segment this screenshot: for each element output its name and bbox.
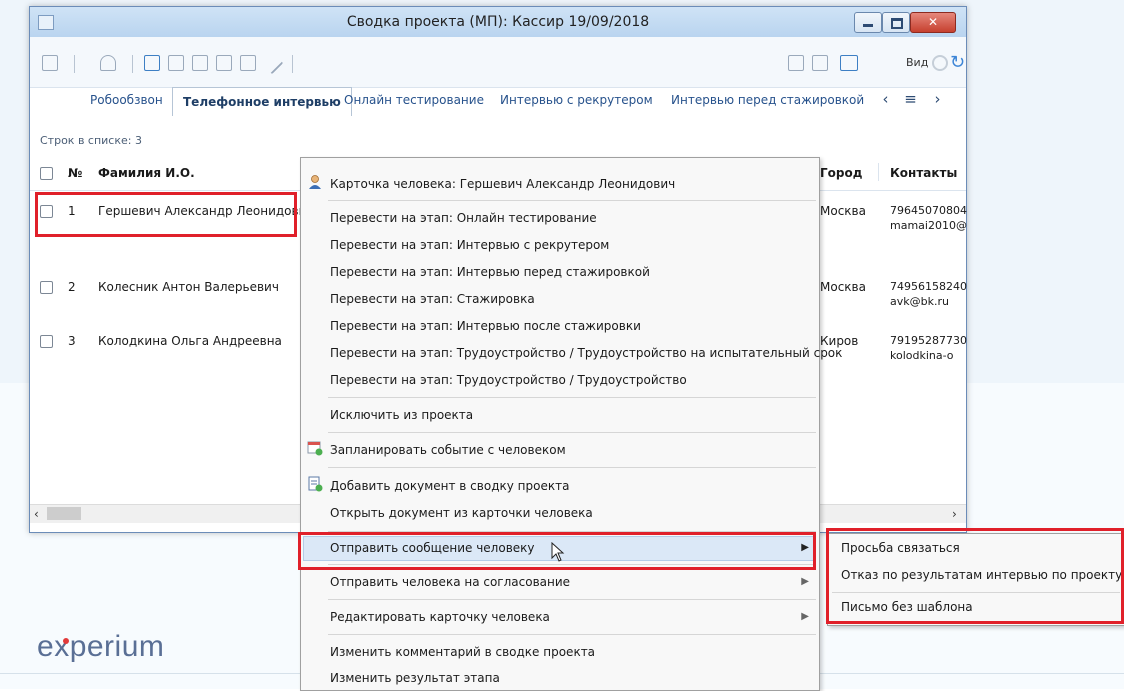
excel-icon[interactable] xyxy=(812,55,828,71)
toolbar: Вид ↻ xyxy=(30,37,966,88)
row-full-name: Колодкина Ольга Андреевна xyxy=(98,334,282,348)
calendar-icon[interactable] xyxy=(168,55,184,71)
menu-item-stage-employment-probation[interactable]: Перевести на этап: Трудоустройство / Тру… xyxy=(330,346,842,360)
menu-separator xyxy=(328,432,816,433)
flag-icon[interactable] xyxy=(240,55,256,71)
row-phone: 74956158240 xyxy=(890,280,967,293)
scroll-left-icon[interactable]: ‹ xyxy=(34,507,39,521)
tab-pre-internship-interview[interactable]: Интервью перед стажировкой xyxy=(671,93,864,107)
window-title: Сводка проекта (МП): Кассир 19/09/2018 xyxy=(346,14,650,30)
toolbar-separator xyxy=(74,55,75,73)
pencil-icon[interactable] xyxy=(260,51,284,75)
document-icon[interactable] xyxy=(192,55,208,71)
tabs-menu-icon[interactable]: ≡ xyxy=(901,90,920,109)
stage-tabs: Робообзвон Телефонное интервью Онлайн те… xyxy=(30,87,966,116)
menu-item-edit-comment[interactable]: Изменить комментарий в сводке проекта xyxy=(330,645,595,659)
row-number: 2 xyxy=(68,280,76,294)
menu-item-schedule-event[interactable]: Запланировать событие с человеком xyxy=(330,443,566,457)
minimize-button[interactable] xyxy=(854,12,882,33)
menu-item-stage-internship[interactable]: Перевести на этап: Стажировка xyxy=(330,292,535,306)
org-chart-icon[interactable] xyxy=(216,55,232,71)
tab-recruiter-interview[interactable]: Интервью с рекрутером xyxy=(500,93,653,107)
maximize-button[interactable] xyxy=(882,12,910,33)
logo-x-letter: x xyxy=(54,630,70,663)
toolbar-separator xyxy=(292,55,293,73)
logo-prefix: e xyxy=(37,630,55,663)
menu-item-stage-post-internship[interactable]: Перевести на этап: Интервью после стажир… xyxy=(330,319,641,333)
context-menu: Карточка человека: Гершевич Александр Ле… xyxy=(300,157,842,691)
toolbar-separator xyxy=(132,55,133,73)
menu-item-exclude[interactable]: Исключить из проекта xyxy=(330,408,473,422)
scroll-right-icon[interactable]: › xyxy=(952,507,957,521)
help-icon[interactable] xyxy=(932,55,948,71)
title-bar[interactable]: Сводка проекта (МП): Кассир 19/09/2018 ✕ xyxy=(30,7,966,37)
person-icon[interactable] xyxy=(100,55,116,71)
logo-suffix: perium xyxy=(69,630,165,663)
row-phone: 79195287730 xyxy=(890,334,967,347)
menu-separator xyxy=(328,634,816,635)
tab-robocall[interactable]: Робообзвон xyxy=(90,93,163,107)
column-number[interactable]: № xyxy=(68,166,82,180)
menu-item-add-document[interactable]: Добавить документ в сводку проекта xyxy=(330,479,569,493)
column-separator xyxy=(878,163,879,181)
column-full-name[interactable]: Фамилия И.О. xyxy=(98,166,195,180)
row-count-label: Строк в списке: 3 xyxy=(40,134,142,147)
select-all-checkbox[interactable] xyxy=(40,167,53,180)
refresh-icon[interactable]: ↻ xyxy=(950,54,965,72)
menu-separator xyxy=(328,599,816,600)
row-checkbox[interactable] xyxy=(40,335,53,348)
row-email: mamai2010@ xyxy=(890,219,967,232)
row-city: Москва xyxy=(820,204,866,218)
menu-item-change-stage-result[interactable]: Изменить результат этапа xyxy=(330,671,500,685)
tabs-next-icon[interactable]: › xyxy=(928,90,947,109)
highlight-submenu xyxy=(826,528,1124,624)
person-card-icon xyxy=(309,175,321,189)
back-icon[interactable] xyxy=(42,55,58,71)
column-city[interactable]: Город xyxy=(820,166,862,180)
logo-x: x xyxy=(54,630,70,663)
menu-item-stage-online-testing[interactable]: Перевести на этап: Онлайн тестирование xyxy=(330,211,597,225)
menu-item-stage-employment[interactable]: Перевести на этап: Трудоустройство / Тру… xyxy=(330,373,687,387)
row-city: Москва xyxy=(820,280,866,294)
tab-phone-interview[interactable]: Телефонное интервью xyxy=(172,87,352,116)
experium-logo: ex perium xyxy=(37,630,164,664)
export-icon[interactable] xyxy=(788,55,804,71)
menu-item-stage-pre-internship[interactable]: Перевести на этап: Интервью перед стажир… xyxy=(330,265,650,279)
menu-item-person-card[interactable]: Карточка человека: Гершевич Александр Ле… xyxy=(330,177,675,191)
row-email: avk@bk.ru xyxy=(890,295,949,308)
scroll-thumb[interactable] xyxy=(47,507,81,520)
view-button-label[interactable]: Вид xyxy=(906,56,928,69)
calendar-add-icon xyxy=(307,441,323,456)
mouse-cursor-icon xyxy=(551,542,565,562)
briefcase-icon[interactable] xyxy=(144,55,160,71)
menu-item-stage-recruiter-interview[interactable]: Перевести на этап: Интервью с рекрутером xyxy=(330,238,609,252)
row-number: 3 xyxy=(68,334,76,348)
menu-separator xyxy=(328,397,816,398)
row-phone: 79645070804 xyxy=(890,204,967,217)
submenu-arrow-icon: ▶ xyxy=(801,611,809,622)
menu-separator xyxy=(328,467,816,468)
column-contacts[interactable]: Контакты xyxy=(890,166,957,180)
menu-item-open-document[interactable]: Открыть документ из карточки человека xyxy=(330,506,593,520)
row-checkbox[interactable] xyxy=(40,281,53,294)
grid-view-icon[interactable] xyxy=(840,55,858,71)
highlight-row-1 xyxy=(35,192,297,237)
submenu-arrow-icon: ▶ xyxy=(801,576,809,587)
row-email: kolodkina-o xyxy=(890,349,954,362)
menu-separator xyxy=(328,200,816,201)
document-add-icon xyxy=(308,476,323,492)
row-full-name: Колесник Антон Валерьевич xyxy=(98,280,279,294)
close-button[interactable]: ✕ xyxy=(910,12,956,33)
tab-online-testing[interactable]: Онлайн тестирование xyxy=(344,93,484,107)
menu-item-send-for-approval[interactable]: Отправить человека на согласование xyxy=(330,575,570,589)
tabs-prev-icon[interactable]: ‹ xyxy=(876,90,895,109)
menu-item-edit-card[interactable]: Редактировать карточку человека xyxy=(330,610,550,624)
